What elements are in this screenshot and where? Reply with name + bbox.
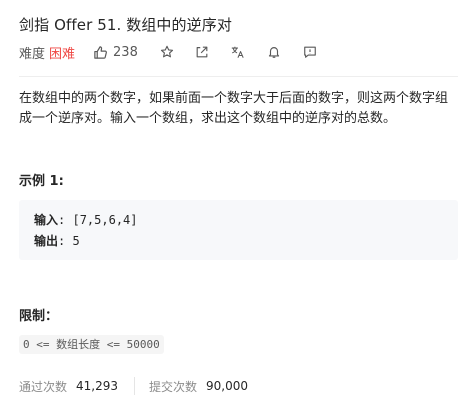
limits-title: 限制： <box>19 309 59 324</box>
header-divider <box>19 76 458 77</box>
problem-meta-bar: 难度 困难 238 <box>19 43 317 62</box>
accepted-label: 通过次数 <box>19 379 68 394</box>
share-icon[interactable] <box>195 45 209 59</box>
example-input-value: : [7,5,6,4] <box>58 213 138 227</box>
like-count: 238 <box>113 44 138 60</box>
example-output-line: 输出: 5 <box>34 232 80 249</box>
example-input-line: 输入: [7,5,6,4] <box>34 211 138 228</box>
problem-title: 剑指 Offer 51. 数组中的逆序对 <box>19 16 232 34</box>
accepted-count: 41,293 <box>76 379 119 393</box>
bell-icon[interactable] <box>267 45 281 59</box>
like-button[interactable]: 238 <box>93 45 138 60</box>
example-output-label: 输出 <box>34 234 59 248</box>
limits-code: 0 <= 数组长度 <= 50000 <box>19 335 164 354</box>
problem-description: 在数组中的两个数字，如果前面一个数字大于后面的数字，则这两个数字组成一个逆序对。… <box>19 91 449 126</box>
submitted-count: 90,000 <box>206 379 249 393</box>
submission-stats: 通过次数 41,293 提交次数 90,000 <box>19 377 249 395</box>
example-output-value: : 5 <box>58 234 80 248</box>
example-title: 示例 1: <box>19 174 64 189</box>
example-block: 输入: [7,5,6,4] 输出: 5 <box>19 200 458 260</box>
difficulty-badge: 困难 <box>49 46 76 62</box>
submitted-label: 提交次数 <box>149 379 198 394</box>
thumbs-up-icon <box>93 45 108 60</box>
stats-divider <box>134 377 136 395</box>
translate-icon[interactable] <box>230 45 245 59</box>
difficulty-label: 难度 <box>19 46 46 62</box>
example-input-label: 输入 <box>34 213 59 227</box>
feedback-icon[interactable] <box>303 45 317 59</box>
star-icon[interactable] <box>160 45 174 59</box>
